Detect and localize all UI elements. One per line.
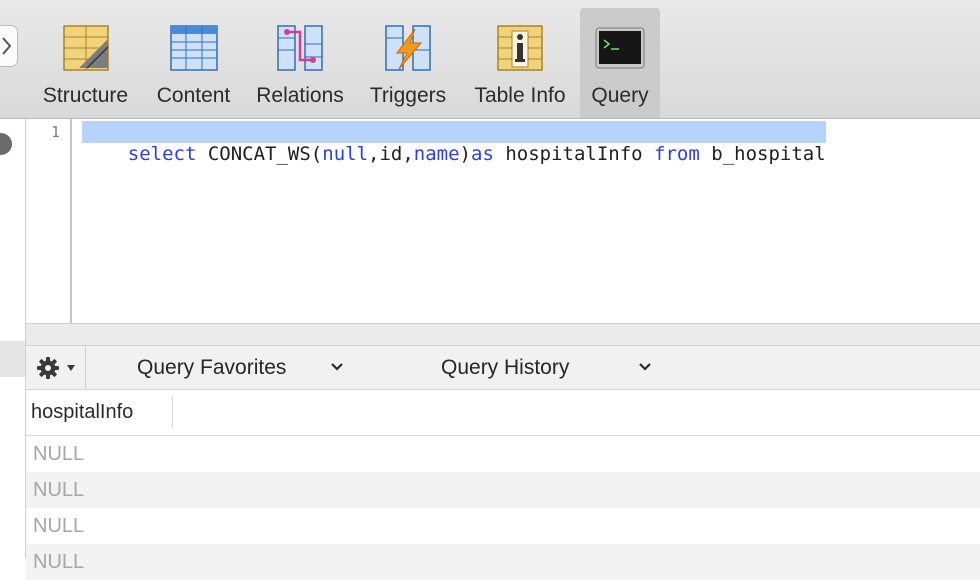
tab-label: Content xyxy=(156,84,231,107)
tab-label: Relations xyxy=(256,84,344,107)
gear-icon xyxy=(37,357,59,379)
sidebar-selected-row[interactable] xyxy=(0,341,25,377)
table-cell: NULL xyxy=(33,479,85,501)
tab-label: Triggers xyxy=(369,84,447,107)
tab-content[interactable]: Content xyxy=(148,8,239,118)
chevron-down-icon xyxy=(639,363,651,371)
query-history-label: Query History xyxy=(441,356,570,379)
table-cell: NULL xyxy=(33,443,85,465)
code-token: b_hospital xyxy=(699,143,826,165)
query-action-bar: Query Favorites Query History xyxy=(26,346,980,390)
structure-icon xyxy=(62,25,109,71)
split-view-divider[interactable] xyxy=(26,323,980,346)
query-history-button[interactable]: Query History xyxy=(441,346,661,390)
code-token: ,id, xyxy=(368,143,414,165)
query-editor[interactable]: 1 select CONCAT_WS(null,id,name)as hospi… xyxy=(26,119,980,323)
results-header: hospitalInfo xyxy=(26,390,980,436)
tab-label: Query xyxy=(591,84,649,107)
table-cell: NULL xyxy=(33,551,85,573)
tab-relations[interactable]: Relations xyxy=(248,8,352,118)
code-token: ) xyxy=(459,143,471,165)
content-icon xyxy=(169,25,218,71)
query-text[interactable]: select CONCAT_WS(null,id,name)as hospita… xyxy=(82,121,826,165)
query-favorites-button[interactable]: Query Favorites xyxy=(137,346,357,390)
tab-triggers[interactable]: Triggers xyxy=(362,8,454,118)
table-info-icon xyxy=(497,25,543,71)
code-token: null xyxy=(322,143,369,165)
left-sidebar-edge xyxy=(0,119,26,558)
caret-down-icon xyxy=(67,365,75,371)
code-token: select xyxy=(127,143,197,165)
code-token: name xyxy=(413,143,460,165)
back-forward-button[interactable] xyxy=(0,25,18,67)
table-row[interactable]: NULL xyxy=(26,472,980,508)
chevron-icon xyxy=(2,37,12,55)
tab-query[interactable]: Query xyxy=(580,8,660,118)
terminal-icon xyxy=(595,27,645,69)
code-token: from xyxy=(654,143,700,165)
column-divider[interactable] xyxy=(172,396,173,428)
tab-label: Table Info xyxy=(474,84,566,107)
table-row[interactable]: NULL xyxy=(26,436,980,472)
column-header-hospitalinfo[interactable]: hospitalInfo xyxy=(31,390,133,435)
status-dot-icon xyxy=(0,133,12,155)
triggers-icon xyxy=(385,25,431,71)
table-row[interactable]: NULL xyxy=(26,508,980,544)
toolbar: Structure Content Relations Triggers Tab… xyxy=(0,0,980,119)
line-number-gutter: 1 xyxy=(26,119,72,323)
chevron-down-icon xyxy=(331,363,343,371)
code-token: hospitalInfo xyxy=(493,143,655,165)
table-row[interactable]: NULL xyxy=(26,544,980,580)
tab-label: Structure xyxy=(42,84,129,107)
tab-table-info[interactable]: Table Info xyxy=(466,8,574,118)
code-token: as xyxy=(471,143,494,165)
gear-menu-button[interactable] xyxy=(26,346,86,390)
code-token: CONCAT_WS( xyxy=(196,143,323,165)
relations-icon xyxy=(277,25,323,71)
tab-structure[interactable]: Structure xyxy=(34,8,137,118)
query-favorites-label: Query Favorites xyxy=(137,356,287,379)
table-cell: NULL xyxy=(33,515,85,537)
line-number: 1 xyxy=(50,123,60,141)
